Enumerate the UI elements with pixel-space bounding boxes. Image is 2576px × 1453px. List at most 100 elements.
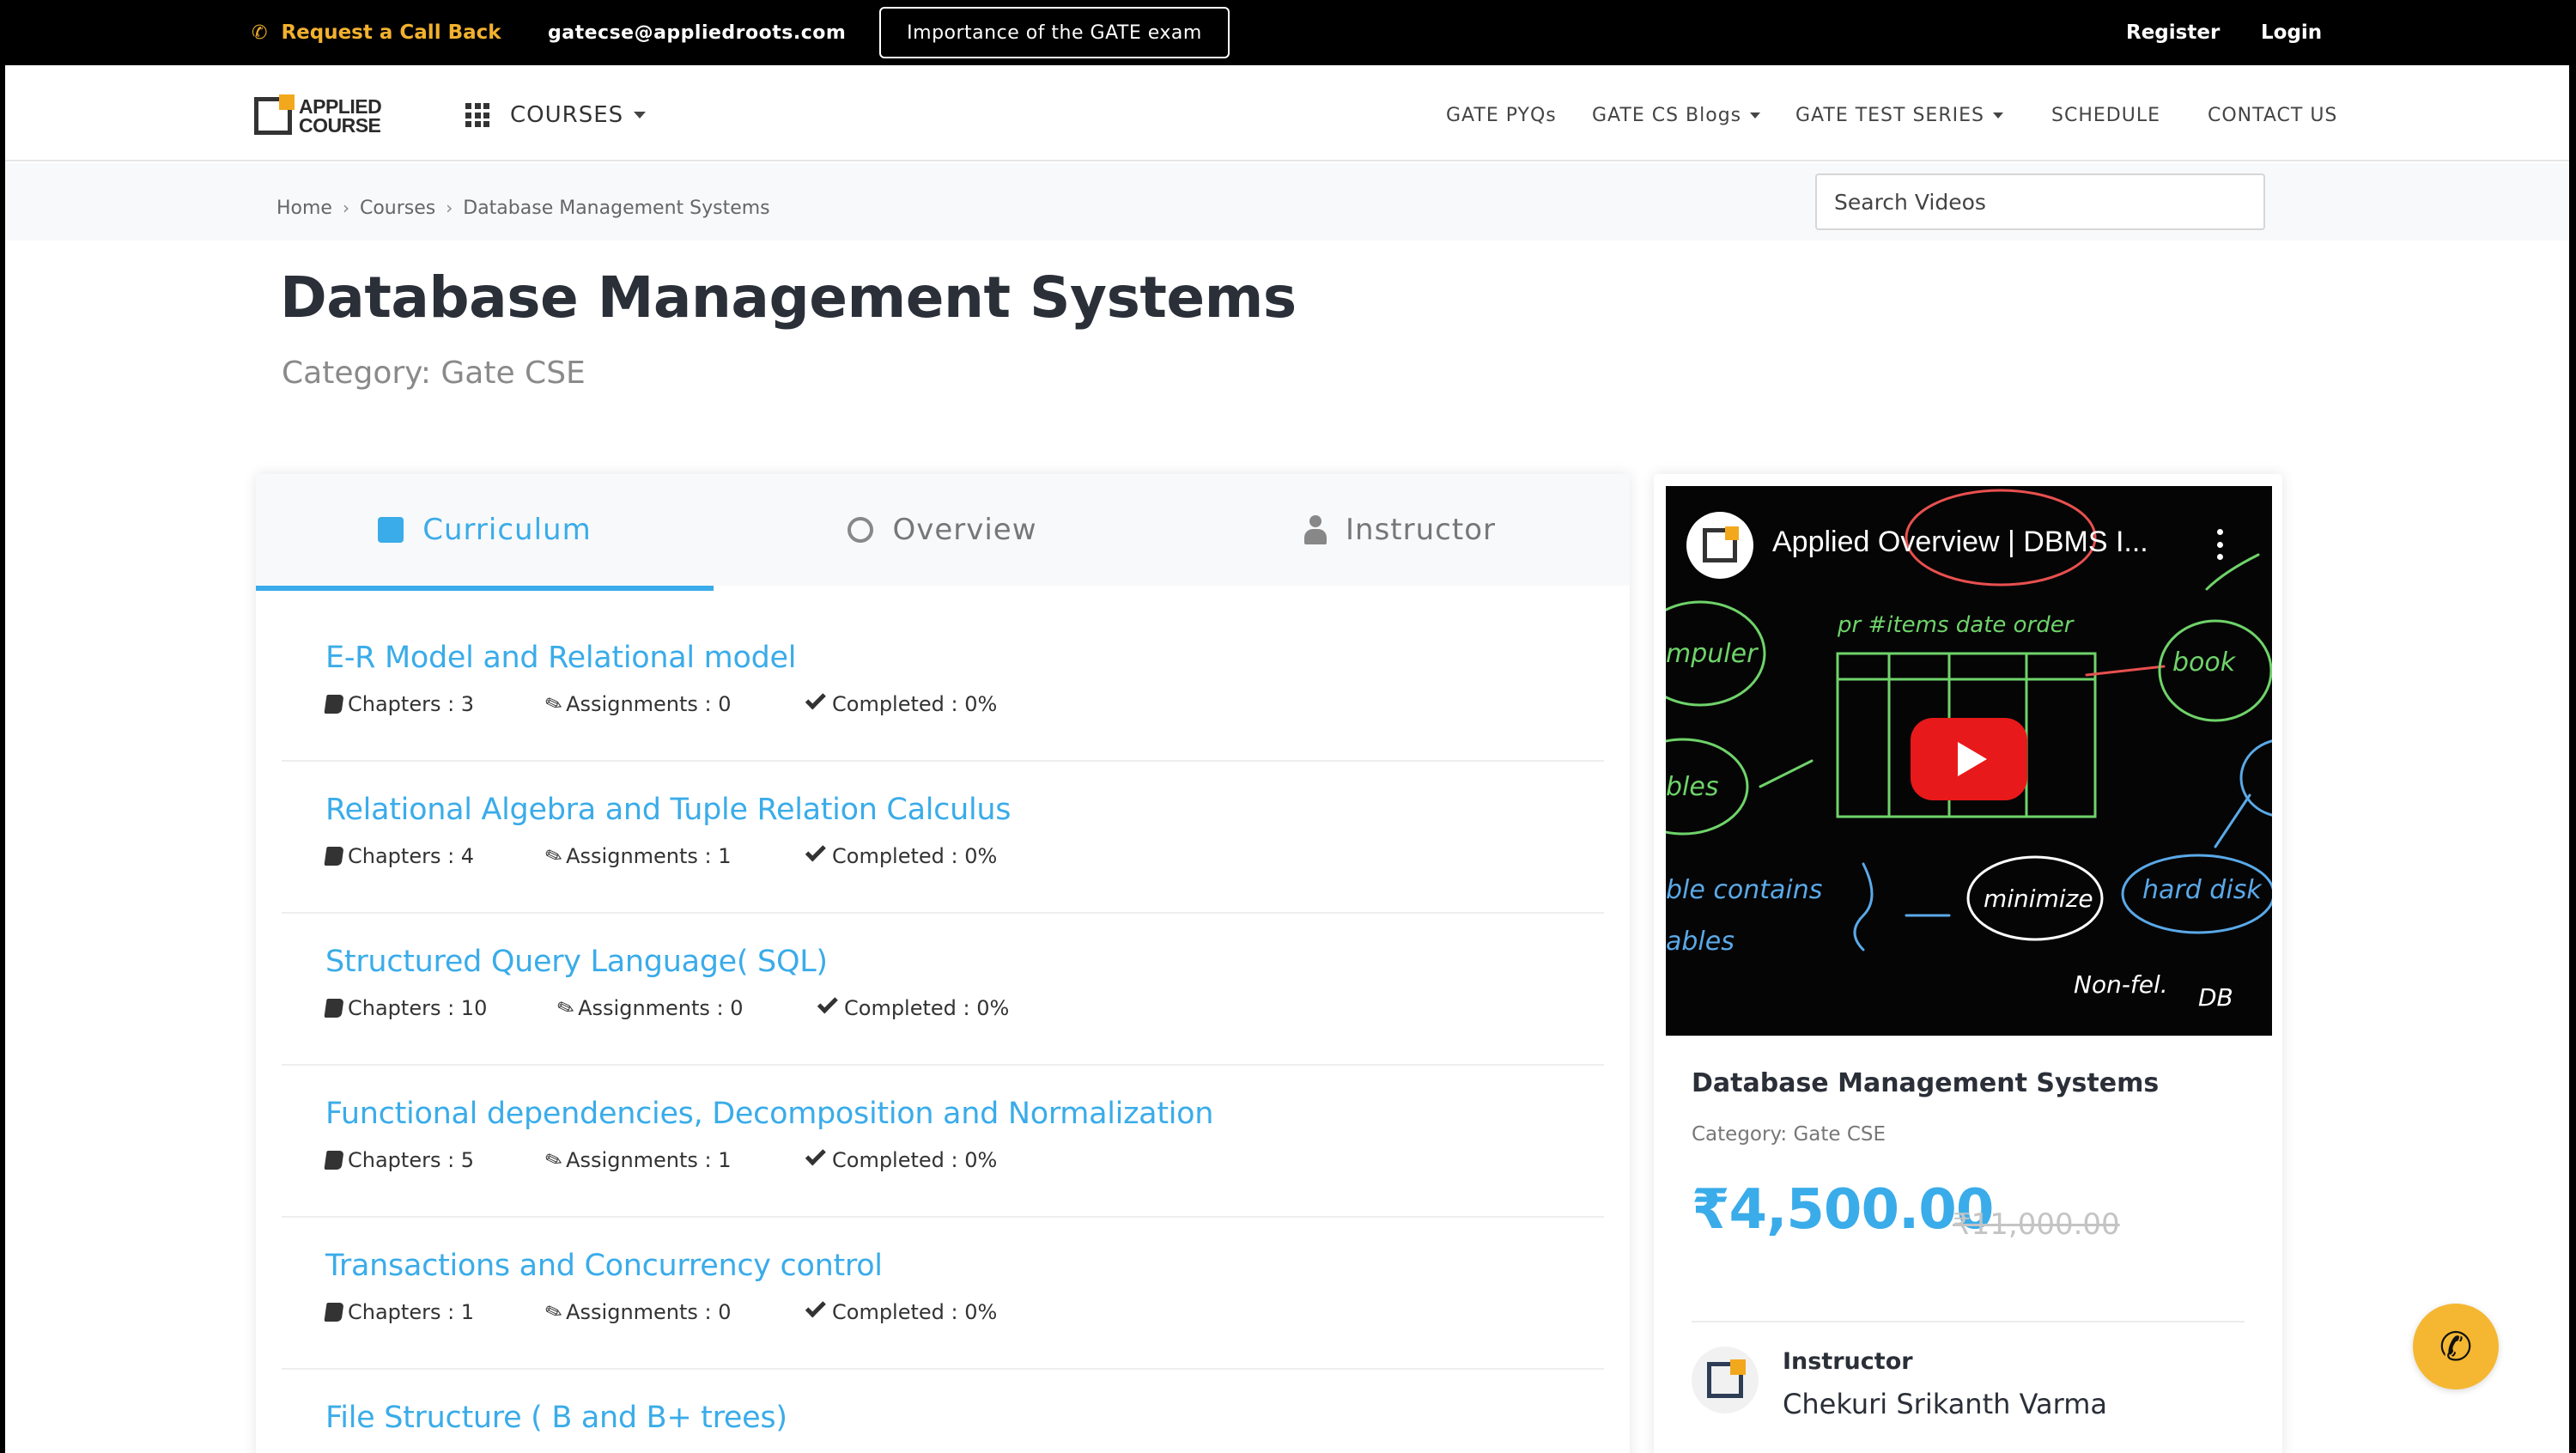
search-input[interactable]	[1815, 173, 2265, 230]
assignments-text: Assignments : 1	[566, 1148, 732, 1172]
course-summary-card: mpuler bles pr #items date order book bl…	[1654, 474, 2282, 1453]
assignments-text: Assignments : 0	[566, 1300, 732, 1324]
window-frame-right	[2569, 0, 2576, 1453]
chapters-count: Chapters : 4	[324, 844, 475, 868]
check-icon	[805, 841, 826, 862]
svg-text:DB: DB	[2198, 983, 2233, 1012]
svg-text:ble contains: ble contains	[1666, 875, 1822, 905]
logo-text-line2: COURSE	[299, 114, 381, 137]
nav-gate-test-series[interactable]: GATE TEST SERIES	[1795, 96, 2003, 134]
logo-mark-icon	[254, 94, 295, 135]
gate-importance-button[interactable]: Importance of the GATE exam	[879, 7, 1230, 58]
page-title: Database Management Systems	[280, 264, 1297, 331]
chevron-right-icon: ›	[342, 198, 349, 218]
completed-status: Completed : 0%	[803, 841, 998, 868]
tab-overview[interactable]: Overview	[714, 474, 1171, 586]
grid-icon	[465, 103, 489, 127]
chapters-text: Chapters : 4	[348, 844, 475, 868]
book-icon	[324, 1303, 344, 1322]
list-item: Functional dependencies, Decomposition a…	[282, 1066, 1604, 1218]
breadcrumb-courses[interactable]: Courses	[360, 198, 435, 219]
paperclip-icon: ✎	[541, 690, 567, 719]
applied-course-logo[interactable]: APPLIED COURSE	[254, 94, 400, 137]
check-icon	[805, 689, 826, 710]
nav-schedule[interactable]: SCHEDULE	[2051, 96, 2160, 134]
module-title-link[interactable]: E-R Model and Relational model	[325, 641, 796, 675]
chevron-right-icon: ›	[446, 198, 453, 218]
circle-icon	[848, 517, 874, 543]
module-title-link[interactable]: Functional dependencies, Decomposition a…	[325, 1097, 1213, 1131]
module-title-link[interactable]: Structured Query Language( SQL)	[325, 945, 828, 979]
chapters-text: Chapters : 3	[348, 692, 475, 716]
course-old-price: ₹11,000.00	[1953, 1207, 2120, 1242]
book-icon	[324, 999, 344, 1018]
video-title[interactable]: Applied Overview | DBMS I...	[1772, 526, 2148, 559]
completed-status: Completed : 0%	[803, 689, 997, 716]
tab-instructor[interactable]: Instructor	[1171, 474, 1629, 586]
breadcrumb-current: Database Management Systems	[463, 197, 770, 219]
request-callback-link[interactable]: ✆ Request a Call Back	[252, 17, 501, 48]
user-icon	[1304, 515, 1327, 544]
tab-curriculum[interactable]: Curriculum	[256, 474, 714, 591]
square-icon	[378, 517, 404, 543]
register-link[interactable]: Register	[2126, 17, 2220, 48]
chapters-count: Chapters : 10	[324, 996, 487, 1020]
completed-text: Completed : 0%	[832, 1300, 998, 1324]
nav-gate-cs-blogs[interactable]: GATE CS Blogs	[1592, 96, 1761, 134]
completed-text: Completed : 0%	[832, 844, 998, 868]
module-title-link[interactable]: File Structure ( B and B+ trees)	[325, 1401, 787, 1435]
course-tabs: Curriculum Overview Instructor	[256, 474, 1630, 591]
chapters-count: Chapters : 5	[324, 1148, 474, 1172]
channel-logo-icon[interactable]	[1686, 512, 1753, 579]
tab-overview-label: Overview	[892, 513, 1037, 547]
email-link[interactable]: gatecse@appliedroots.com	[548, 17, 846, 48]
play-button[interactable]	[1911, 718, 2027, 800]
book-icon	[324, 847, 344, 866]
completed-status: Completed : 0%	[815, 993, 1010, 1020]
curriculum-card: Curriculum Overview Instructor E-R Model…	[256, 474, 1630, 1453]
list-item: Transactions and Concurrency control Cha…	[282, 1218, 1604, 1370]
divider	[1692, 1321, 2245, 1322]
chevron-down-icon	[634, 112, 647, 119]
check-icon	[805, 1145, 826, 1166]
login-link[interactable]: Login	[2261, 17, 2322, 48]
assignments-count: ✎ Assignments : 0	[541, 1298, 732, 1327]
module-title-link[interactable]: Relational Algebra and Tuple Relation Ca…	[325, 793, 1012, 827]
list-item: File Structure ( B and B+ trees)	[282, 1370, 1604, 1453]
svg-text:Non-fel.: Non-fel.	[2074, 970, 2168, 999]
logo-text-line1: APPLIED	[299, 95, 382, 118]
assignments-count: ✎ Assignments : 0	[541, 690, 732, 719]
chapters-count: Chapters : 1	[324, 1300, 474, 1324]
call-floating-button[interactable]: ✆	[2413, 1304, 2499, 1389]
courses-label: COURSES	[510, 102, 624, 128]
assignments-count: ✎ Assignments : 0	[553, 994, 744, 1023]
paperclip-icon: ✎	[541, 1146, 567, 1175]
svg-text:pr #items date order: pr #items date order	[1837, 612, 2075, 638]
list-item: Relational Algebra and Tuple Relation Ca…	[282, 762, 1604, 914]
courses-dropdown[interactable]: COURSES	[465, 96, 647, 134]
paperclip-icon: ✎	[541, 1298, 567, 1327]
list-item: Structured Query Language( SQL) Chapters…	[282, 914, 1604, 1066]
more-vert-icon[interactable]	[2215, 529, 2224, 560]
svg-text:minimize: minimize	[1984, 885, 2093, 913]
breadcrumb-home[interactable]: Home	[276, 198, 332, 219]
video-player[interactable]: mpuler bles pr #items date order book bl…	[1666, 486, 2272, 1036]
module-list: E-R Model and Relational model Chapters …	[282, 610, 1604, 1453]
completed-status: Completed : 0%	[803, 1145, 997, 1172]
instructor-avatar	[1692, 1347, 1759, 1413]
nav-contact-us[interactable]: CONTACT US	[2208, 96, 2337, 134]
completed-text: Completed : 0%	[844, 996, 1010, 1020]
svg-text:bles: bles	[1666, 772, 1718, 802]
svg-text:book: book	[2172, 647, 2237, 678]
assignments-count: ✎ Assignments : 1	[542, 842, 732, 870]
sidebar-course-category: Category: Gate CSE	[1692, 1123, 1886, 1146]
nav-schedule-label: SCHEDULE	[2051, 104, 2160, 126]
module-title-link[interactable]: Transactions and Concurrency control	[325, 1249, 883, 1283]
assignments-text: Assignments : 1	[566, 844, 732, 868]
play-icon	[1958, 742, 1987, 776]
paperclip-icon: ✎	[553, 994, 579, 1023]
course-category: Category: Gate CSE	[282, 356, 586, 391]
tab-instructor-label: Instructor	[1346, 513, 1496, 547]
completed-status: Completed : 0%	[803, 1297, 998, 1324]
nav-gate-pyqs[interactable]: GATE PYQs	[1446, 96, 1557, 134]
